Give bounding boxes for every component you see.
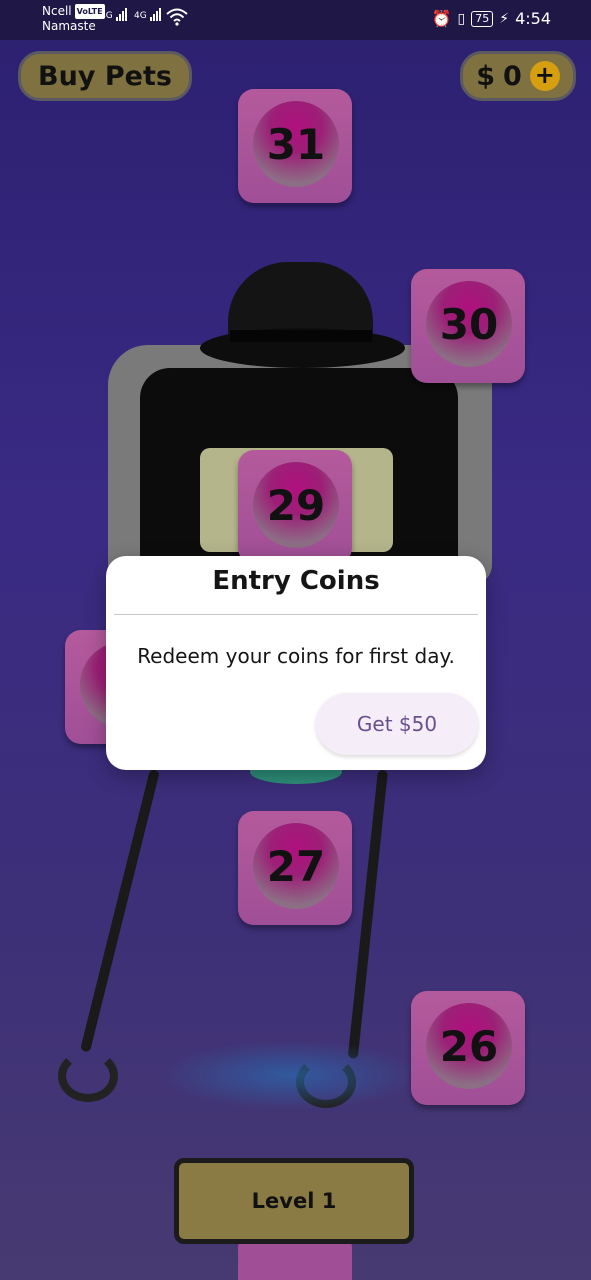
floor-glow [160,1040,420,1110]
current-level-button[interactable]: Level 1 [174,1158,414,1244]
clock: 4:54 [515,9,551,28]
vibrate-icon: ▯ [457,10,466,27]
add-coins-button[interactable]: + [529,61,560,91]
level-tile-30[interactable]: 30 [411,269,525,383]
signal-type-2: 4G [134,11,147,21]
dialog-divider [114,614,478,615]
level-tile-27[interactable]: 27 [238,811,352,925]
current-level-label: Level 1 [251,1189,337,1213]
level-number: 29 [253,462,339,548]
coin-balance: $ 0 + [460,51,576,101]
entry-coins-dialog: Entry Coins Redeem your coins for first … [106,556,486,770]
hat-band [230,330,372,342]
network-label: Namaste [42,19,96,33]
wifi-icon [166,8,188,30]
signal-icon: 4G [100,8,128,21]
buy-pets-label: Buy Pets [38,60,172,92]
battery-indicator: 75 [471,10,494,27]
dialog-title: Entry Coins [212,566,380,596]
level-number: 27 [253,823,339,909]
level-tile-26[interactable]: 26 [411,991,525,1105]
level-number: 26 [426,1003,512,1089]
level-number: 31 [253,101,339,187]
signal-icon-2: 4G [134,8,162,21]
carrier-info: Ncell VoLTE Namaste [42,4,105,34]
robot-leg-left [79,768,160,1053]
get-coins-label: Get $50 [356,712,438,736]
dollar-icon: $ [476,60,495,92]
carrier-name: Ncell [42,4,72,18]
status-bar: Ncell VoLTE Namaste 4G 4G ⏰ ▯ 75 ⚡ 4:54 [0,0,591,40]
claw-left-icon [58,1050,118,1102]
coin-amount: 0 [503,60,522,92]
buy-pets-button[interactable]: Buy Pets [18,51,192,101]
signal-type-1: 4G [100,11,113,21]
robot-leg-right [347,769,388,1059]
alarm-icon: ⏰ [431,9,452,28]
level-number: 30 [426,281,512,367]
status-right: ⏰ ▯ 75 ⚡ 4:54 [432,9,551,28]
get-coins-button[interactable]: Get $50 [316,693,478,755]
charging-icon: ⚡ [499,10,510,27]
dialog-message: Redeem your coins for first day. [137,644,455,668]
level-tile-29[interactable]: 29 [238,450,352,564]
level-tile-31[interactable]: 31 [238,89,352,203]
